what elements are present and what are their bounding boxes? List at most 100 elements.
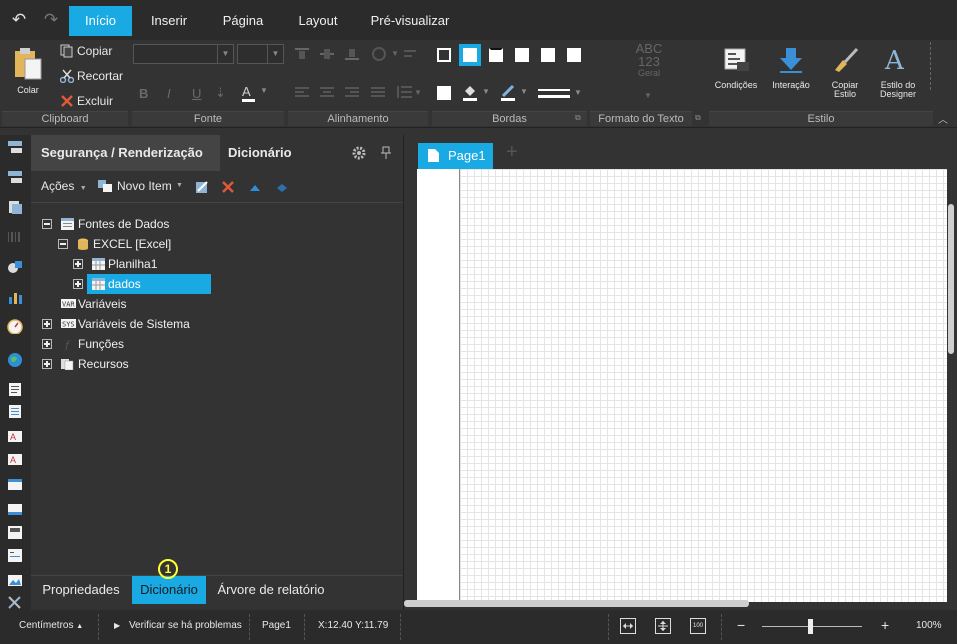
- align-center-icon[interactable]: [320, 87, 334, 99]
- align-justify-icon[interactable]: [371, 87, 385, 99]
- tree-item-fontes-de-dados[interactable]: Fontes de Dados: [41, 214, 341, 234]
- component-icon[interactable]: [7, 200, 24, 215]
- fit-width-icon[interactable]: [620, 618, 636, 634]
- align-left-icon[interactable]: [295, 87, 309, 99]
- undo-icon[interactable]: ↶: [9, 10, 29, 30]
- shapes-icon[interactable]: [7, 260, 24, 275]
- zoom-slider-thumb[interactable]: [808, 619, 813, 634]
- move-up-icon[interactable]: [249, 183, 261, 193]
- border-bottom-button[interactable]: [537, 44, 559, 66]
- fill-color-button[interactable]: ▼: [462, 84, 492, 104]
- font-grow-icon[interactable]: ⇣: [215, 85, 226, 101]
- zoom-in-icon[interactable]: +: [881, 610, 889, 644]
- fit-height-icon[interactable]: [655, 618, 671, 634]
- tree-item-dados[interactable]: dados: [72, 274, 372, 294]
- font-name-combo[interactable]: ▼: [133, 44, 234, 64]
- tab-inicio[interactable]: Início: [69, 6, 132, 36]
- tools-icon[interactable]: [7, 595, 24, 610]
- line-spacing-icon[interactable]: [396, 85, 412, 99]
- chart-icon[interactable]: [7, 290, 24, 305]
- tab-propriedades[interactable]: Propriedades: [35, 576, 127, 604]
- word-wrap-icon[interactable]: [404, 48, 420, 60]
- paste-button[interactable]: Colar: [8, 45, 48, 97]
- border-left-button[interactable]: [511, 44, 533, 66]
- cut-button[interactable]: Recortar: [58, 67, 128, 87]
- units-dropdown[interactable]: Centímetros ▲: [19, 610, 83, 644]
- move-down-icon[interactable]: [276, 183, 288, 193]
- panel-icon[interactable]: [7, 477, 24, 492]
- band-icon[interactable]: [7, 140, 24, 155]
- align-middle-icon[interactable]: [320, 48, 334, 60]
- designer-style-button[interactable]: A Estilo do Designer: [874, 44, 922, 104]
- interaction-button[interactable]: Interação: [768, 44, 814, 104]
- tab-layout[interactable]: Layout: [288, 6, 348, 36]
- expand-icon[interactable]: [42, 319, 52, 329]
- rotate-icon[interactable]: [371, 46, 387, 62]
- text-in-cells-icon[interactable]: A: [7, 452, 24, 467]
- align-bottom-icon[interactable]: [345, 48, 359, 60]
- border-settings-button[interactable]: [433, 82, 455, 104]
- redo-icon[interactable]: ↷: [41, 10, 61, 30]
- italic-icon[interactable]: I: [167, 86, 171, 101]
- underline-icon[interactable]: U: [192, 86, 201, 101]
- table-icon[interactable]: [7, 548, 24, 563]
- report-page-canvas[interactable]: [417, 169, 947, 602]
- tree-item-variaveis[interactable]: VAR Variáveis: [41, 294, 341, 314]
- expand-icon[interactable]: [73, 279, 83, 289]
- gauge-icon[interactable]: [7, 319, 24, 334]
- tab-inserir[interactable]: Inserir: [139, 6, 199, 36]
- dialog-launcher-icon[interactable]: ⧉: [575, 113, 585, 123]
- edit-icon[interactable]: [195, 180, 209, 194]
- dialog-launcher-icon[interactable]: ⧉: [695, 113, 705, 123]
- expand-icon[interactable]: [42, 359, 52, 369]
- subreport-icon[interactable]: [7, 525, 24, 540]
- map-icon[interactable]: [7, 352, 24, 367]
- collapse-icon[interactable]: [58, 239, 68, 249]
- border-all-button[interactable]: [433, 44, 455, 66]
- tab-dicionario-top[interactable]: Dicionário: [218, 135, 302, 171]
- pin-icon[interactable]: [380, 146, 392, 160]
- gear-icon[interactable]: [351, 145, 367, 161]
- border-style-button[interactable]: ▼: [538, 86, 586, 102]
- barcode-icon[interactable]: [7, 230, 24, 245]
- horizontal-scrollbar[interactable]: [404, 600, 749, 607]
- container-icon[interactable]: [7, 502, 24, 517]
- expand-icon[interactable]: [42, 339, 52, 349]
- splitter[interactable]: [403, 135, 404, 610]
- text-box-icon[interactable]: A: [7, 429, 24, 444]
- tree-item-variaveis-de-sistema[interactable]: SYS Variáveis de Sistema: [41, 314, 341, 334]
- rich-text-icon[interactable]: [7, 404, 24, 419]
- actions-dropdown[interactable]: Ações ▼: [41, 179, 87, 197]
- image-icon[interactable]: [7, 573, 24, 588]
- copy-style-button[interactable]: Copiar Estilo: [822, 44, 868, 104]
- align-right-icon[interactable]: [345, 87, 359, 99]
- text-format-button[interactable]: ABC 123 Geral: [626, 42, 672, 88]
- page-tab[interactable]: Page1: [418, 143, 493, 169]
- border-right-button[interactable]: [563, 44, 585, 66]
- tab-arvore-de-relatorio[interactable]: Árvore de relatório: [213, 576, 329, 604]
- tab-seguranca-renderizacao[interactable]: Segurança / Renderização: [31, 135, 220, 171]
- font-color-button[interactable]: A ▼: [240, 84, 270, 104]
- border-none-button[interactable]: [459, 44, 481, 66]
- check-issues-button[interactable]: ▶ Verificar se há problemas: [114, 610, 242, 644]
- tab-dicionario-bottom[interactable]: Dicionário: [132, 576, 206, 604]
- border-color-button[interactable]: ▼: [500, 84, 530, 104]
- copy-button[interactable]: Copiar: [58, 42, 128, 62]
- border-top-button[interactable]: [485, 44, 507, 66]
- text-icon[interactable]: [7, 382, 24, 397]
- cross-band-icon[interactable]: [7, 170, 24, 185]
- expand-icon[interactable]: [73, 259, 83, 269]
- tree-item-planilha1[interactable]: Planilha1: [72, 254, 372, 274]
- collapse-icon[interactable]: [42, 219, 52, 229]
- collapse-ribbon-icon[interactable]: ︿: [938, 111, 952, 126]
- add-page-icon[interactable]: +: [506, 142, 518, 162]
- tab-pagina[interactable]: Página: [212, 6, 274, 36]
- vertical-scrollbar[interactable]: [948, 204, 954, 354]
- tab-pre-visualizar[interactable]: Pré-visualizar: [362, 6, 458, 36]
- bold-icon[interactable]: B: [139, 86, 148, 101]
- tree-item-excel[interactable]: EXCEL [Excel]: [57, 234, 357, 254]
- actual-size-button[interactable]: 100: [690, 618, 706, 634]
- conditions-button[interactable]: Condições: [712, 44, 760, 104]
- font-size-combo[interactable]: ▼: [237, 44, 284, 64]
- align-top-icon[interactable]: [295, 48, 309, 60]
